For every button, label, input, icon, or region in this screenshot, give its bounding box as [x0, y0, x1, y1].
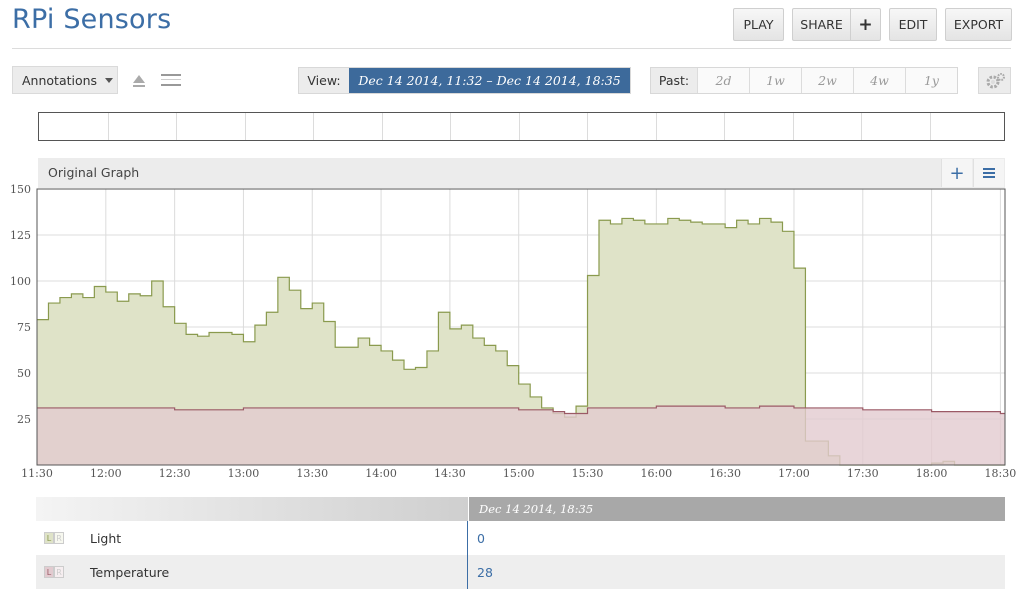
past-option-1y[interactable]: 1y — [905, 68, 957, 93]
legend-series-name: Temperature — [90, 564, 170, 580]
past-option-2d[interactable]: 2d — [697, 68, 749, 93]
range-tick — [655, 113, 657, 140]
annotations-label: Annotations — [22, 72, 98, 88]
share-plus-button[interactable]: + — [850, 8, 881, 41]
legend-series-name: Light — [90, 530, 122, 546]
share-button[interactable]: SHARE — [792, 8, 850, 41]
range-tick — [176, 113, 177, 140]
play-button[interactable]: PLAY — [733, 8, 784, 41]
collapse-up-icon[interactable] — [131, 72, 147, 88]
x-tick-label: 13:30 — [296, 467, 328, 480]
x-tick-label: 12:30 — [159, 467, 191, 480]
y-tick-label: 25 — [17, 413, 31, 426]
legend-series-value: 0 — [477, 530, 485, 546]
x-tick-label: 14:30 — [434, 467, 466, 480]
range-tick — [381, 113, 383, 140]
page-title: RPi Sensors — [12, 4, 172, 35]
y-tick-label: 125 — [10, 229, 31, 242]
view-range-picker[interactable]: Dec 14 2014, 11:32 – Dec 14 2014, 18:35 — [349, 68, 630, 93]
x-tick-label: 16:00 — [640, 467, 672, 480]
legend-header: Dec 14 2014, 18:35 — [36, 497, 1005, 521]
legend-table: Dec 14 2014, 18:35 L R Light 0 L R Tempe… — [36, 497, 1005, 589]
range-tick — [724, 113, 725, 140]
x-tick-label: 14:00 — [365, 467, 397, 480]
range-tick — [861, 113, 862, 140]
right-axis-toggle[interactable]: R — [54, 566, 64, 578]
y-tick-label: 100 — [10, 275, 31, 288]
range-tick — [244, 113, 246, 140]
x-tick-label: 15:00 — [503, 467, 535, 480]
menu-icon — [983, 168, 995, 178]
settings-button[interactable] — [978, 67, 1011, 94]
series-area-temperature — [37, 406, 1005, 465]
left-axis-toggle[interactable]: L — [44, 532, 54, 544]
legend-timestamp: Dec 14 2014, 18:35 — [468, 497, 1005, 521]
graph-title: Original Graph — [48, 165, 140, 180]
x-tick-label: 12:00 — [90, 467, 122, 480]
gear-icon — [986, 72, 1005, 88]
y-tick-label: 50 — [17, 367, 31, 380]
past-option-1w[interactable]: 1w — [749, 68, 801, 93]
range-tick — [587, 113, 588, 140]
lines-icon[interactable] — [160, 72, 182, 88]
axis-toggle: L R — [44, 532, 64, 544]
range-tick — [450, 113, 451, 140]
range-tick — [518, 113, 520, 140]
range-tick — [792, 113, 794, 140]
legend-row-temperature: L R Temperature 28 — [36, 555, 1005, 589]
view-label: View: — [299, 68, 349, 93]
x-tick-label: 13:00 — [228, 467, 260, 480]
sensor-chart[interactable]: 25 50 75 100 125 150 11:30 12:00 12:30 13:00 13:30… — [0, 180, 1027, 485]
x-tick-label: 11:30 — [21, 467, 53, 480]
range-tick — [313, 113, 314, 140]
x-tick-label: 16:30 — [709, 467, 741, 480]
header-divider — [12, 48, 1011, 49]
range-tick — [929, 113, 931, 140]
x-tick-label: 17:00 — [778, 467, 810, 480]
legend-series-value: 28 — [477, 564, 493, 580]
x-tick-label: 15:30 — [572, 467, 604, 480]
timeline-range-bar[interactable] — [38, 112, 1005, 141]
past-option-2w[interactable]: 2w — [801, 68, 853, 93]
legend-row-light: L R Light 0 — [36, 521, 1005, 555]
caret-down-icon — [105, 77, 114, 83]
left-axis-toggle[interactable]: L — [44, 566, 54, 578]
past-range-selector: Past: 2d 1w 2w 4w 1y — [650, 67, 958, 94]
range-tick — [107, 113, 109, 140]
export-button[interactable]: EXPORT — [945, 8, 1012, 41]
x-tick-label: 18:30 — [985, 467, 1017, 480]
edit-button[interactable]: EDIT — [889, 8, 937, 41]
past-label: Past: — [651, 68, 697, 93]
axis-toggle: L R — [44, 566, 64, 578]
y-tick-label: 75 — [17, 321, 31, 334]
x-tick-label: 18:00 — [916, 467, 948, 480]
past-option-4w[interactable]: 4w — [853, 68, 905, 93]
x-tick-label: 17:30 — [847, 467, 879, 480]
annotations-dropdown[interactable]: Annotations — [12, 66, 118, 94]
view-range-control: View: Dec 14 2014, 11:32 – Dec 14 2014, … — [298, 67, 631, 94]
y-tick-label: 150 — [10, 183, 31, 196]
right-axis-toggle[interactable]: R — [54, 532, 64, 544]
